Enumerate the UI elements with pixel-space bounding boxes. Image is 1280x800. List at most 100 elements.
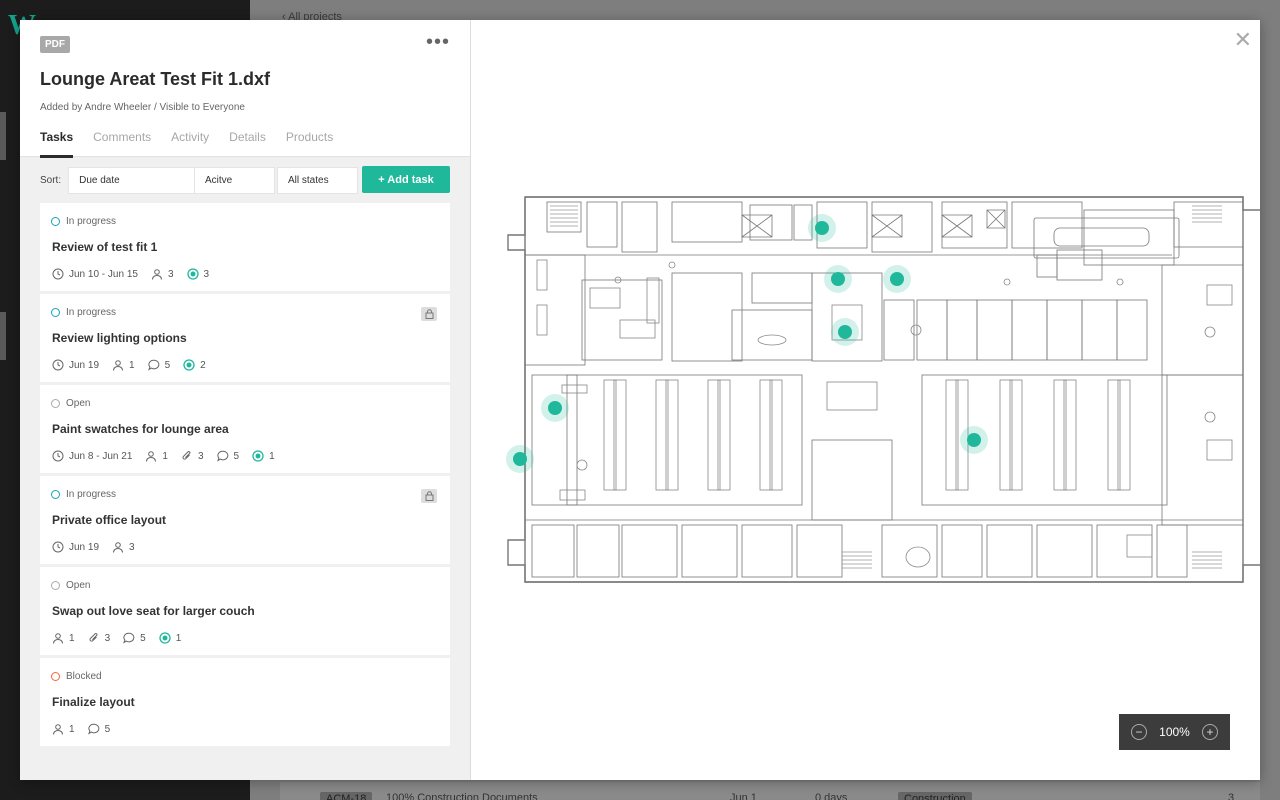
sort-label: Sort: — [40, 174, 62, 186]
row-name: 100% Construction Documents — [386, 792, 538, 800]
task-status: In progress — [51, 216, 116, 227]
task-title: Paint swatches for lounge area — [52, 422, 229, 436]
pin-target-icon — [252, 450, 264, 462]
zoom-out-icon[interactable]: − — [1131, 724, 1147, 740]
file-type-badge: PDF — [40, 36, 70, 53]
person-icon — [146, 451, 157, 462]
status-label: In progress — [66, 216, 117, 227]
task-dates: Jun 8 - Jun 21 — [69, 450, 133, 462]
task-meta: Jun 19 1 5 2 — [52, 359, 219, 371]
person-icon — [151, 269, 162, 280]
pin-count: 1 — [175, 632, 182, 644]
comment-icon — [123, 632, 135, 644]
comment-count: 5 — [233, 450, 240, 462]
pin-count: 3 — [203, 268, 210, 280]
comment-icon — [216, 450, 228, 462]
task-meta: Jun 8 - Jun 21 1 3 5 1 — [52, 450, 288, 462]
status-label: Open — [66, 580, 91, 591]
task-title: Private office layout — [52, 513, 167, 527]
task-status: In progress — [51, 489, 116, 500]
status-label: Open — [66, 398, 91, 409]
person-icon — [53, 633, 63, 644]
tab-comments[interactable]: Comments — [93, 130, 151, 158]
status-label: In progress — [66, 489, 117, 500]
task-status: Open — [51, 398, 90, 409]
tab-details[interactable]: Details — [229, 130, 266, 158]
clock-icon — [52, 268, 64, 280]
comment-icon — [147, 359, 159, 371]
task-list: In progress Review of test fit 1 Jun 10 … — [40, 203, 450, 749]
pin-target-icon — [183, 359, 195, 371]
task-status: Open — [51, 580, 90, 591]
people-count: 1 — [69, 723, 75, 735]
all-states-select[interactable]: All states — [277, 166, 358, 194]
task-card[interactable]: Open Paint swatches for lounge area Jun … — [40, 385, 450, 473]
row-id: ACM-18 — [320, 792, 373, 800]
attachment-count: 3 — [197, 450, 204, 462]
task-title: Review lighting options — [52, 331, 187, 345]
file-title: Lounge Areat Test Fit 1.dxf — [40, 69, 271, 89]
tasks-panel: PDF ••• Lounge Areat Test Fit 1.dxf Adde… — [20, 20, 471, 780]
row-tag: Construction — [898, 792, 972, 800]
task-title: Swap out love seat for larger couch — [52, 604, 255, 618]
row-date: Jun 1 — [730, 792, 757, 800]
task-card[interactable]: In progress Review lighting options Jun … — [40, 294, 450, 382]
people-count: 1 — [129, 359, 135, 371]
task-status: In progress — [51, 307, 116, 318]
lock-icon — [421, 489, 437, 503]
row-duration: 0 days — [815, 792, 848, 800]
status-dot-icon — [51, 581, 60, 590]
task-dates: Jun 19 — [69, 359, 100, 371]
clock-icon — [52, 541, 64, 553]
task-card[interactable]: In progress Review of test fit 1 Jun 10 … — [40, 203, 450, 291]
task-card[interactable]: In progress Private office layout Jun 19… — [40, 476, 450, 564]
task-card[interactable]: Open Swap out love seat for larger couch… — [40, 567, 450, 655]
person-icon — [113, 542, 124, 553]
ellipsis-icon[interactable]: ••• — [426, 32, 450, 52]
tab-products[interactable]: Products — [286, 130, 333, 158]
sidebar-highlight — [0, 112, 6, 160]
people-count: 1 — [162, 450, 168, 462]
paperclip-icon — [182, 451, 191, 460]
status-dot-icon — [51, 399, 60, 408]
tab-activity[interactable]: Activity — [171, 130, 209, 158]
task-dates: Jun 10 - Jun 15 — [69, 268, 138, 280]
comment-count: 5 — [140, 632, 146, 644]
file-modal: PDF ••• Lounge Areat Test Fit 1.dxf Adde… — [20, 20, 1260, 780]
status-label: In progress — [66, 307, 117, 318]
plan-viewer[interactable]: ✕ — [472, 20, 1260, 780]
status-label: Blocked — [66, 671, 102, 682]
people-count: 1 — [69, 632, 75, 644]
lock-icon — [421, 307, 437, 321]
row-count: 3 — [1228, 792, 1235, 800]
tab-tasks[interactable]: Tasks — [40, 130, 74, 158]
comment-count: 5 — [104, 723, 111, 735]
floor-plan[interactable] — [472, 20, 1260, 780]
person-icon — [113, 360, 124, 371]
pin-count: 2 — [200, 359, 206, 371]
task-title: Finalize layout — [52, 695, 135, 709]
task-title: Review of test fit 1 — [52, 240, 158, 254]
clock-icon — [52, 450, 64, 462]
add-task-button[interactable]: + Add task — [362, 166, 450, 193]
status-dot-icon — [51, 308, 60, 317]
project-row[interactable]: ACM-18 100% Construction Documents Jun 1… — [280, 782, 1260, 800]
task-meta: Jun 19 3 — [52, 541, 148, 553]
people-count: 3 — [167, 268, 174, 280]
status-dot-icon — [51, 490, 60, 499]
task-card[interactable]: Blocked Finalize layout 1 5 — [40, 658, 450, 746]
task-status: Blocked — [51, 671, 102, 682]
sort-select[interactable]: Due date — [68, 166, 197, 194]
paperclip-icon — [89, 633, 97, 642]
person-icon — [53, 724, 63, 735]
pin-target-icon — [186, 268, 199, 280]
task-dates: Jun 19 — [69, 541, 100, 553]
attachment-count: 3 — [104, 632, 111, 644]
zoom-in-icon[interactable]: + — [1201, 724, 1218, 740]
state-select[interactable]: Acitve — [194, 166, 275, 194]
file-header: PDF ••• Lounge Areat Test Fit 1.dxf Adde… — [20, 20, 470, 158]
task-filters: Sort: Due date Acitve All states + Add t… — [20, 158, 470, 202]
task-meta: 1 5 — [52, 723, 123, 735]
tab-bar: Tasks Comments Activity Details Products — [40, 130, 333, 158]
file-meta: Added by Andre Wheeler / Visible to Ever… — [40, 102, 245, 113]
